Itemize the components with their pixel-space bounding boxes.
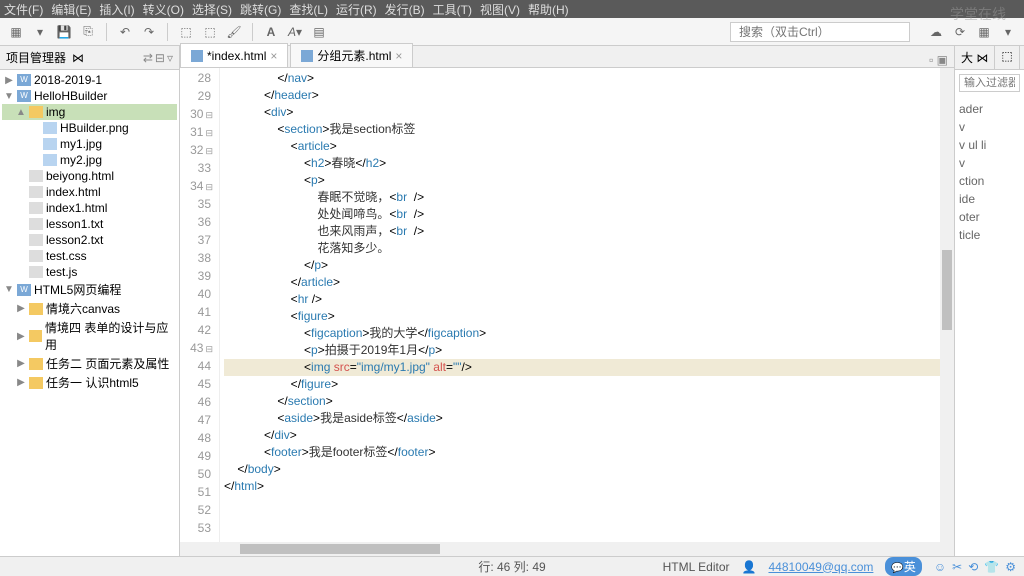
- editor-tab[interactable]: *index.html×: [180, 43, 288, 67]
- format-icon[interactable]: A▾: [285, 22, 305, 42]
- project-tree[interactable]: ▶W2018-2019-1▼WHelloHBuilder▲imgHBuilder…: [0, 70, 179, 556]
- tree-item[interactable]: ▶任务一 认识html5: [2, 373, 177, 392]
- ime-badge[interactable]: 💬英: [885, 557, 921, 576]
- user-icon: 👤: [742, 560, 757, 574]
- save-icon[interactable]: 💾: [54, 22, 74, 42]
- tree-item[interactable]: index.html: [2, 184, 177, 200]
- vertical-scrollbar[interactable]: [940, 68, 954, 542]
- outline-panel: 大 ⋈ ⬚ adervv ul livctionideoterticle: [954, 46, 1024, 556]
- cursor-position: 行: 46 列: 49: [478, 558, 545, 575]
- menu-publish[interactable]: 发行(B): [385, 1, 425, 18]
- editor-minimize-icon[interactable]: ▫ ▣: [923, 53, 954, 67]
- line-gutter: 282930⊟31⊟32⊟3334⊟353637383940414243⊟444…: [180, 68, 220, 542]
- outline-item[interactable]: oter: [959, 208, 1020, 226]
- tree-item[interactable]: test.js: [2, 264, 177, 280]
- outline-item[interactable]: v ul li: [959, 136, 1020, 154]
- project-manager-title: 项目管理器: [6, 49, 66, 66]
- editor-area: *index.html×分组元素.html× ▫ ▣ 282930⊟31⊟32⊟…: [180, 46, 954, 556]
- project-manager-panel: 项目管理器 ⋈ ⇄⊟▿ ▶W2018-2019-1▼WHelloHBuilder…: [0, 46, 180, 556]
- new-file-icon[interactable]: ▦: [6, 22, 26, 42]
- tree-item[interactable]: ▼WHelloHBuilder: [2, 88, 177, 104]
- tree-item[interactable]: index1.html: [2, 200, 177, 216]
- search-input[interactable]: [730, 22, 910, 42]
- collapse-icon[interactable]: ⊟: [155, 51, 165, 65]
- editor-mode: HTML Editor: [663, 560, 730, 574]
- redo-icon[interactable]: ⬚: [200, 22, 220, 42]
- menu-insert[interactable]: 插入(I): [99, 1, 134, 18]
- config-icon[interactable]: ▦: [974, 22, 994, 42]
- menu-edit[interactable]: 编辑(E): [51, 1, 91, 18]
- tree-item[interactable]: test.css: [2, 248, 177, 264]
- scroll-thumb[interactable]: [942, 250, 952, 330]
- outline-item[interactable]: v: [959, 154, 1020, 172]
- outline-item[interactable]: ction: [959, 172, 1020, 190]
- debug-icon[interactable]: ▾: [998, 22, 1018, 42]
- menu-goto[interactable]: 转义(O): [143, 1, 184, 18]
- menu-tools[interactable]: 工具(T): [433, 1, 472, 18]
- tree-item[interactable]: beiyong.html: [2, 168, 177, 184]
- menu-bar: 文件(F) 编辑(E) 插入(I) 转义(O) 选择(S) 跳转(G) 查找(L…: [0, 0, 1024, 18]
- tree-item[interactable]: my1.jpg: [2, 136, 177, 152]
- tree-item[interactable]: ▲img: [2, 104, 177, 120]
- sync-icon[interactable]: ⟳: [950, 22, 970, 42]
- menu-file[interactable]: 文件(F): [4, 1, 43, 18]
- forward-icon[interactable]: ↷: [139, 22, 159, 42]
- status-bar: 行: 46 列: 49 HTML Editor 👤 44810049@qq.co…: [0, 556, 1024, 576]
- outline-tab2[interactable]: ⬚: [995, 46, 1019, 69]
- menu-run[interactable]: 运行(R): [336, 1, 377, 18]
- toolbar: ▦ ▾ 💾 ⎘ ↶ ↷ ⬚ ⬚ 🖌 A A▾ ▤ ☁ ⟳ ▦ ▾: [0, 18, 1024, 46]
- back-icon[interactable]: ↶: [115, 22, 135, 42]
- menu-jump[interactable]: 跳转(G): [240, 1, 281, 18]
- menu-view[interactable]: 视图(V): [480, 1, 520, 18]
- refresh-icon[interactable]: ⟲: [968, 560, 978, 574]
- tree-item[interactable]: ▶任务二 页面元素及属性: [2, 354, 177, 373]
- tree-item[interactable]: lesson2.txt: [2, 232, 177, 248]
- link-icon[interactable]: ⇄: [143, 51, 153, 65]
- tree-item[interactable]: lesson1.txt: [2, 216, 177, 232]
- layout-icon[interactable]: ▤: [309, 22, 329, 42]
- outline-tab[interactable]: 大 ⋈: [955, 46, 995, 69]
- tree-item[interactable]: ▶情境六canvas: [2, 299, 177, 318]
- cloud-icon[interactable]: ☁: [926, 22, 946, 42]
- save-all-icon[interactable]: ⎘: [78, 22, 98, 42]
- menu-icon[interactable]: ▿: [167, 51, 173, 65]
- brush-icon[interactable]: 🖌: [224, 22, 244, 42]
- emoji-icon[interactable]: ☺: [934, 560, 946, 574]
- menu-find[interactable]: 查找(L): [289, 1, 328, 18]
- shirt-icon[interactable]: 👕: [984, 560, 999, 574]
- tree-item[interactable]: ▶W2018-2019-1: [2, 72, 177, 88]
- user-account-link[interactable]: 44810049@qq.com: [768, 560, 873, 574]
- tree-item[interactable]: HBuilder.png: [2, 120, 177, 136]
- outline-item[interactable]: ticle: [959, 226, 1020, 244]
- outline-item[interactable]: ide: [959, 190, 1020, 208]
- filter-input[interactable]: [959, 74, 1020, 92]
- project-manager-tab[interactable]: 项目管理器 ⋈ ⇄⊟▿: [0, 46, 179, 70]
- undo-icon[interactable]: ⬚: [176, 22, 196, 42]
- menu-help[interactable]: 帮助(H): [528, 1, 569, 18]
- outline-list[interactable]: adervv ul livctionideoterticle: [955, 96, 1024, 248]
- close-icon[interactable]: ×: [270, 49, 277, 63]
- editor-tabs: *index.html×分组元素.html× ▫ ▣: [180, 46, 954, 68]
- tree-item[interactable]: ▼WHTML5网页编程: [2, 280, 177, 299]
- editor-tab[interactable]: 分组元素.html×: [290, 43, 413, 67]
- open-icon[interactable]: ▾: [30, 22, 50, 42]
- watermark-logo: 学堂在线: [950, 4, 1006, 24]
- scroll-thumb-h[interactable]: [240, 544, 440, 554]
- outline-item[interactable]: v: [959, 118, 1020, 136]
- tree-item[interactable]: my2.jpg: [2, 152, 177, 168]
- outline-item[interactable]: ader: [959, 100, 1020, 118]
- text-icon[interactable]: A: [261, 22, 281, 42]
- menu-select[interactable]: 选择(S): [192, 1, 232, 18]
- tree-item[interactable]: ▶情境四 表单的设计与应用: [2, 318, 177, 354]
- cut-icon[interactable]: ✂: [952, 560, 962, 574]
- horizontal-scrollbar[interactable]: [180, 542, 954, 556]
- code-editor[interactable]: 282930⊟31⊟32⊟3334⊟353637383940414243⊟444…: [180, 68, 954, 542]
- settings-icon[interactable]: ⚙: [1005, 560, 1016, 574]
- close-icon[interactable]: ×: [395, 49, 402, 63]
- code-content[interactable]: </nav> </header> <div> <section>我是sectio…: [220, 68, 954, 542]
